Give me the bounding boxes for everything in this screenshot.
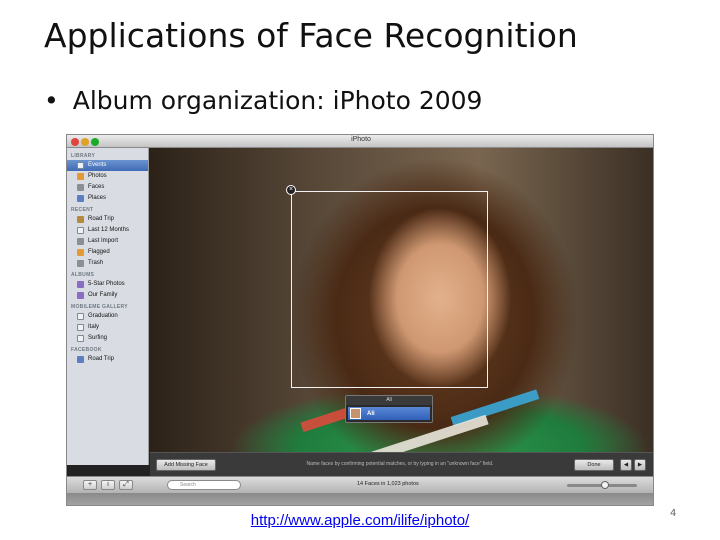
sidebar-item-label: Road Trip xyxy=(88,216,115,222)
sidebar-item-label: Surfing xyxy=(88,335,108,341)
sidebar-item-label: Graduation xyxy=(88,313,118,319)
sidebar-item-italy[interactable]: Italy xyxy=(67,322,148,333)
sidebar-item-places[interactable]: Places xyxy=(67,193,148,204)
bullet-text: Album organization: iPhoto 2009 xyxy=(72,86,483,115)
sidebar-item-photos[interactable]: Photos xyxy=(67,171,148,182)
photo-count: 14 Faces in 1,023 photos xyxy=(357,481,419,487)
sidebar-heading-mobileme: MOBILEME GALLERY xyxy=(71,304,128,310)
info-button[interactable]: i xyxy=(101,480,115,490)
sidebar-item-trash[interactable]: Trash xyxy=(67,258,148,269)
events-icon xyxy=(77,162,84,169)
slide-title: Applications of Face Recognition xyxy=(44,16,578,55)
iphoto-window: iPhoto LIBRARY Events Photos Faces Place… xyxy=(66,134,654,506)
places-icon xyxy=(77,195,84,202)
sidebar-item-facebook-road-trip[interactable]: Road Trip xyxy=(67,354,148,365)
sidebar-item-label: Places xyxy=(88,195,107,201)
facebook-album-icon xyxy=(77,356,84,363)
sidebar-heading-facebook: FACEBOOK xyxy=(71,347,102,353)
add-button[interactable]: + xyxy=(83,480,97,490)
faces-hint-text: Name faces by confirming potential match… xyxy=(306,461,494,467)
sidebar-item-last-import[interactable]: Last Import xyxy=(67,236,148,247)
name-suggestion[interactable]: Ali xyxy=(348,407,430,420)
gallery-icon xyxy=(77,335,84,342)
name-tag-header: All xyxy=(346,396,432,405)
flag-icon xyxy=(77,249,84,256)
gallery-icon xyxy=(77,324,84,331)
faces-icon xyxy=(77,184,84,191)
apple-iphoto-link[interactable]: http://www.apple.com/ilife/iphoto/ xyxy=(0,512,720,529)
sidebar-heading-library: LIBRARY xyxy=(71,153,96,159)
smart-album-icon xyxy=(77,281,84,288)
next-arrow-icon[interactable]: ▶ xyxy=(634,459,646,471)
photos-icon xyxy=(77,173,84,180)
sidebar-heading-recent: RECENT xyxy=(71,207,94,213)
sidebar-item-label: Trash xyxy=(88,260,104,266)
trash-icon xyxy=(77,260,84,267)
sidebar-item-flagged[interactable]: Flagged xyxy=(67,247,148,258)
sidebar-item-label: Italy xyxy=(88,324,100,330)
sidebar-item-road-trip[interactable]: Road Trip xyxy=(67,214,148,225)
sidebar-item-our-family[interactable]: Our Family xyxy=(67,290,148,301)
sidebar-item-label: Flagged xyxy=(88,249,110,255)
sidebar-item-graduation[interactable]: Graduation xyxy=(67,311,148,322)
smart-album-icon xyxy=(77,292,84,299)
sidebar-item-events[interactable]: Events xyxy=(67,160,148,171)
source-list-sidebar: LIBRARY Events Photos Faces Places RECEN… xyxy=(67,148,149,465)
sidebar-item-label: Road Trip xyxy=(88,356,115,362)
search-input[interactable]: Search xyxy=(167,480,241,490)
bottom-toolbar: + i ⤢ Search 14 Faces in 1,023 photos xyxy=(67,476,653,493)
bullet-point: • Album organization: iPhoto 2009 xyxy=(44,86,482,115)
album-icon xyxy=(77,216,84,223)
sidebar-item-label: Faces xyxy=(88,184,105,190)
sidebar-item-surfing[interactable]: Surfing xyxy=(67,333,148,344)
sidebar-item-label: Last Import xyxy=(88,238,119,244)
sidebar-item-label: Last 12 Months xyxy=(88,227,130,233)
sidebar-item-label: Photos xyxy=(88,173,107,179)
face-detection-box[interactable] xyxy=(291,191,488,388)
bullet-symbol: • xyxy=(44,86,59,115)
done-button[interactable]: Done xyxy=(574,459,614,471)
sidebar-item-faces[interactable]: Faces xyxy=(67,182,148,193)
zoom-slider-knob[interactable] xyxy=(601,481,609,489)
sidebar-heading-albums: ALBUMS xyxy=(71,272,95,278)
page-number: 4 xyxy=(670,508,677,519)
sidebar-item-label: Events xyxy=(88,162,107,168)
sidebar-item-5-star-photos[interactable]: 5-Star Photos xyxy=(67,279,148,290)
fullscreen-icon[interactable]: ⤢ xyxy=(119,480,133,490)
sidebar-item-last-12-months[interactable]: Last 12 Months xyxy=(67,225,148,236)
name-tag-popup: All Ali xyxy=(345,395,433,423)
import-icon xyxy=(77,238,84,245)
previous-arrow-icon[interactable]: ◀ xyxy=(620,459,632,471)
gallery-icon xyxy=(77,313,84,320)
faces-action-bar: Add Missing Face Name faces by confirmin… xyxy=(150,452,653,476)
sidebar-item-label: 5-Star Photos xyxy=(88,281,125,287)
window-title: iPhoto xyxy=(351,136,371,143)
close-icon[interactable]: × xyxy=(286,185,296,195)
add-missing-face-button[interactable]: Add Missing Face xyxy=(156,459,216,471)
sidebar-item-label: Our Family xyxy=(88,292,118,298)
photo-viewer: × All Ali xyxy=(150,148,653,452)
suggested-name: Ali xyxy=(367,410,375,417)
window-titlebar[interactable]: iPhoto xyxy=(67,135,653,148)
zoom-slider[interactable] xyxy=(567,481,637,489)
window-reflection xyxy=(67,493,653,505)
avatar xyxy=(350,408,361,419)
calendar-icon xyxy=(77,227,84,234)
